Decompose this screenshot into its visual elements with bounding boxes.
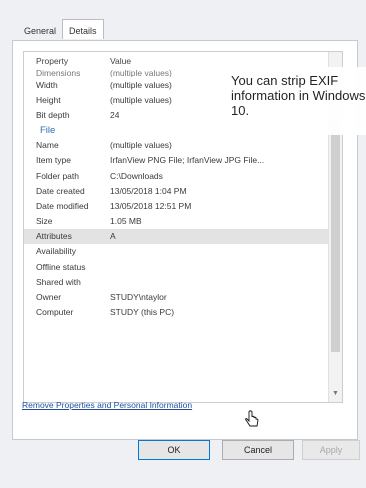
list-item[interactable]: Date modified 13/05/2018 12:51 PM xyxy=(24,198,342,213)
list-item[interactable]: Folder path C:\Downloads xyxy=(24,168,342,183)
list-item[interactable]: Name (multiple values) xyxy=(24,138,342,153)
property-name: Folder path xyxy=(36,170,79,181)
property-value: IrfanView PNG File; IrfanView JPG File..… xyxy=(110,155,265,166)
property-name: Height xyxy=(36,94,61,105)
tab-strip: General Details xyxy=(18,19,104,42)
property-name: Item type xyxy=(36,155,71,166)
details-panel: Property Value Dimensions (multiple valu… xyxy=(12,40,366,440)
list-item[interactable]: Computer STUDY (this PC) xyxy=(24,305,342,320)
property-name: Date created xyxy=(36,185,85,196)
property-value: (multiple values) xyxy=(110,79,172,90)
property-value: 13/05/2018 1:04 PM xyxy=(110,185,187,196)
list-item[interactable]: Availability xyxy=(24,244,342,259)
property-name: Dimensions xyxy=(36,70,81,77)
property-name: Bit depth xyxy=(36,109,70,120)
cancel-button[interactable]: Cancel xyxy=(222,440,294,460)
ok-button[interactable]: OK xyxy=(138,440,210,460)
property-name: Width xyxy=(36,79,58,90)
property-name: Attributes xyxy=(36,231,72,242)
properties-dialog: General Details Property Value Dimension… xyxy=(0,0,366,488)
property-value: (multiple values) xyxy=(110,140,172,151)
column-header-value[interactable]: Value xyxy=(104,56,131,66)
property-value: 24 xyxy=(110,109,120,120)
list-item[interactable]: Item type IrfanView PNG File; IrfanView J… xyxy=(24,153,342,168)
list-item[interactable]: Attributes A xyxy=(24,228,342,244)
property-value: STUDY (this PC) xyxy=(110,307,175,318)
apply-button[interactable]: Apply xyxy=(302,440,360,460)
list-item[interactable]: Owner STUDY\ntaylor xyxy=(24,289,342,304)
list-item[interactable]: Offline status xyxy=(24,259,342,274)
property-value: STUDY\ntaylor xyxy=(110,292,167,303)
property-value: (multiple values) xyxy=(110,70,172,77)
property-name: Shared with xyxy=(36,276,81,287)
column-header-property[interactable]: Property xyxy=(24,56,104,66)
property-value: A xyxy=(110,231,116,242)
list-item[interactable]: Shared with xyxy=(24,274,342,289)
property-name: Computer xyxy=(36,307,74,318)
tab-general[interactable]: General xyxy=(18,22,62,38)
list-item[interactable]: Date created 13/05/2018 1:04 PM xyxy=(24,183,342,198)
property-name: Name xyxy=(36,140,59,151)
remove-properties-link[interactable]: Remove Properties and Personal Informati… xyxy=(22,400,192,410)
caption-callout: You can strip EXIF information in Window… xyxy=(221,67,366,135)
scrollbar-thumb[interactable] xyxy=(331,122,340,352)
property-value: C:\Downloads xyxy=(110,170,163,181)
property-name: Size xyxy=(36,216,53,227)
property-name: Owner xyxy=(36,292,62,303)
tab-details[interactable]: Details xyxy=(62,19,104,39)
property-value: (multiple values) xyxy=(110,94,172,105)
list-item[interactable]: Size 1.05 MB xyxy=(24,214,342,229)
property-name: Availability xyxy=(36,246,77,257)
property-name: Date modified xyxy=(36,200,89,211)
property-value: 1.05 MB xyxy=(110,216,142,227)
property-value: 13/05/2018 12:51 PM xyxy=(110,200,192,211)
hand-cursor-icon xyxy=(245,410,259,427)
property-name: Offline status xyxy=(36,261,86,272)
scroll-down-arrow-icon[interactable]: ▼ xyxy=(331,390,340,398)
